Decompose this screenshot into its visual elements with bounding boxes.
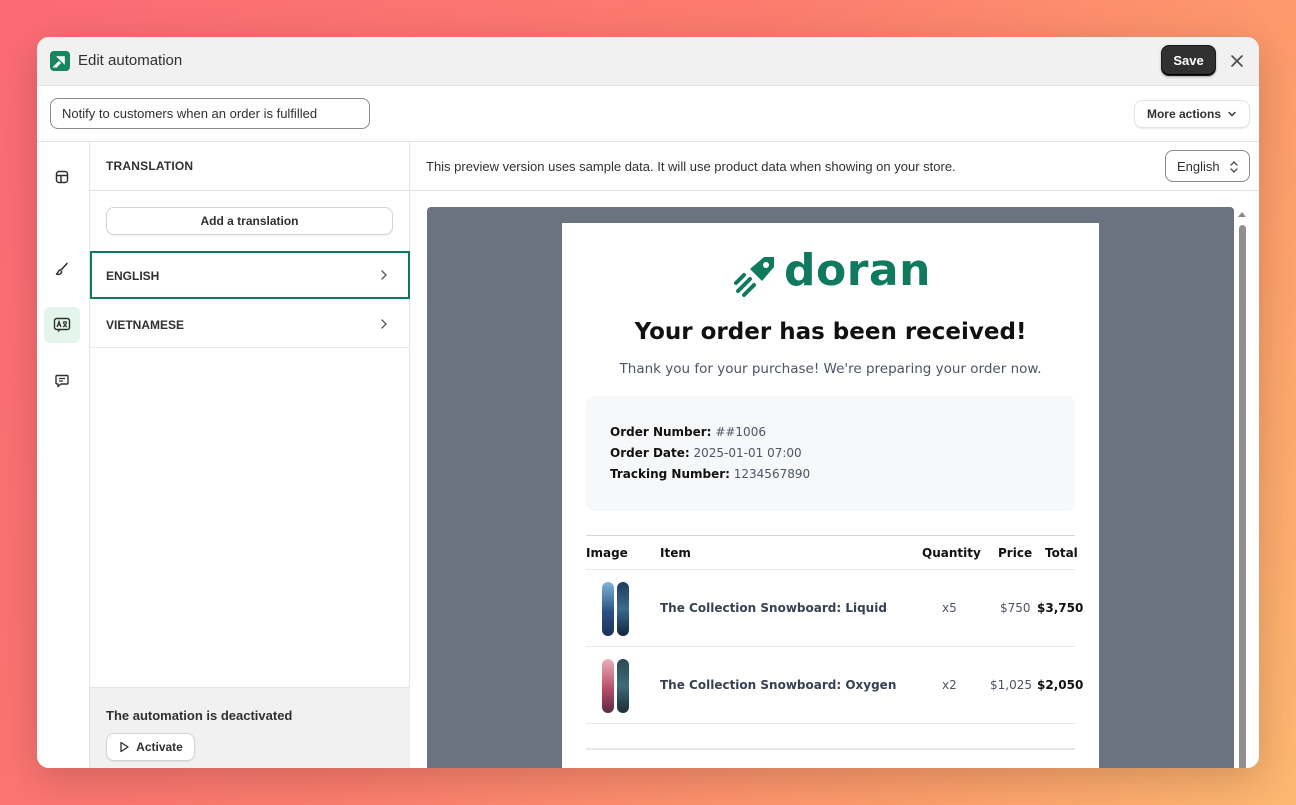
email-subtitle: Thank you for your purchase! We're prepa… xyxy=(619,361,1042,377)
order-summary-box: Order Number: ##1006 Order Date: 2025-01… xyxy=(586,396,1075,511)
language-label: VIETNAMESE xyxy=(106,318,185,332)
side-rail xyxy=(37,142,90,768)
column-header-total: Total xyxy=(1045,546,1078,560)
order-number-value: ##1006 xyxy=(715,425,766,439)
preview-scrollbar[interactable] xyxy=(1236,207,1248,768)
automation-name-input[interactable] xyxy=(50,98,370,129)
preview-header: This preview version uses sample data. I… xyxy=(410,142,1259,191)
item-total: $3,750 xyxy=(1037,601,1084,615)
page-title: Edit automation xyxy=(78,52,183,69)
email-divider xyxy=(586,748,1075,750)
play-icon xyxy=(120,741,129,753)
automation-name-bar: More actions xyxy=(37,86,1259,142)
language-label: ENGLISH xyxy=(106,269,160,283)
item-name: The Collection Snowboard: Oxygen xyxy=(660,678,897,692)
rail-item-comments[interactable] xyxy=(44,363,80,399)
email-title: Your order has been received! xyxy=(634,319,1027,345)
order-date-label: Order Date: xyxy=(610,446,690,460)
layout-icon xyxy=(55,170,69,184)
column-header-item: Item xyxy=(660,546,691,560)
chevron-down-icon xyxy=(1228,111,1236,117)
language-item-english[interactable]: ENGLISH xyxy=(90,251,410,299)
activate-label: Activate xyxy=(136,740,183,754)
app-logo-icon xyxy=(50,51,70,71)
product-image xyxy=(602,659,632,713)
chat-icon xyxy=(55,374,69,388)
automation-status-text: The automation is deactivated xyxy=(106,708,293,723)
item-quantity: x2 xyxy=(942,678,957,692)
translate-icon xyxy=(53,317,71,332)
add-translation-button[interactable]: Add a translation xyxy=(106,207,393,235)
email-preview-area: This preview version uses sample data. I… xyxy=(410,142,1259,768)
order-date-value: 2025-01-01 07:00 xyxy=(693,446,802,460)
title-bar: Edit automation Save xyxy=(37,37,1259,86)
rocket-logo-icon xyxy=(734,257,774,297)
scrollbar-thumb[interactable] xyxy=(1239,225,1246,768)
more-actions-button[interactable]: More actions xyxy=(1134,100,1250,128)
tracking-number-line: Tracking Number: 1234567890 xyxy=(610,467,810,481)
column-header-price: Price xyxy=(998,546,1033,560)
rail-item-translation[interactable] xyxy=(44,307,80,343)
item-name: The Collection Snowboard: Liquid xyxy=(660,601,887,615)
preview-language-value: English xyxy=(1177,158,1220,174)
order-number-line: Order Number: ##1006 xyxy=(610,425,766,439)
item-quantity: x5 xyxy=(942,601,957,615)
table-row: The Collection Snowboard: Oxygen x2 $1,0… xyxy=(586,647,1083,724)
save-button[interactable]: Save xyxy=(1161,45,1216,76)
scroll-up-icon[interactable] xyxy=(1238,211,1246,217)
chevron-right-icon xyxy=(381,319,387,329)
translation-heading: TRANSLATION xyxy=(106,159,194,173)
order-date-line: Order Date: 2025-01-01 07:00 xyxy=(610,446,802,460)
automation-status-footer: The automation is deactivated Activate xyxy=(90,687,410,768)
rail-item-style[interactable] xyxy=(44,251,80,287)
translation-panel: TRANSLATION Add a translation ENGLISH VI… xyxy=(90,142,410,768)
item-price: $750 xyxy=(1000,601,1031,615)
column-header-quantity: Quantity xyxy=(922,546,981,560)
rail-item-layout[interactable] xyxy=(44,159,80,195)
close-icon[interactable] xyxy=(1229,53,1245,69)
tracking-number-label: Tracking Number: xyxy=(610,467,730,481)
brand-logo: doran xyxy=(734,245,934,297)
preview-canvas[interactable]: doran Your order has been received! Than… xyxy=(427,207,1234,768)
tracking-number-value: 1234567890 xyxy=(733,467,811,481)
order-number-label: Order Number: xyxy=(610,425,712,439)
product-image xyxy=(602,582,632,636)
select-arrows-icon xyxy=(1230,161,1238,173)
table-row: The Collection Snowboard: Liquid x5 $750… xyxy=(586,570,1083,647)
table-header: Image Item Quantity Price Total xyxy=(586,535,1078,570)
chevron-right-icon xyxy=(381,270,387,280)
brand-name: doran xyxy=(784,245,931,296)
more-actions-label: More actions xyxy=(1146,107,1221,121)
preview-note: This preview version uses sample data. I… xyxy=(426,159,956,174)
item-price: $1,025 xyxy=(990,678,1032,692)
brush-icon xyxy=(55,262,68,276)
language-item-vietnamese[interactable]: VIETNAMESE xyxy=(90,300,410,348)
translation-panel-header: TRANSLATION xyxy=(90,142,410,191)
preview-language-select[interactable]: English xyxy=(1165,150,1250,182)
item-total: $2,050 xyxy=(1037,678,1084,692)
column-header-image: Image xyxy=(586,546,628,560)
edit-automation-window: Edit automation Save More actions TRANSL… xyxy=(37,37,1259,768)
email-template: doran Your order has been received! Than… xyxy=(562,223,1099,768)
activate-button[interactable]: Activate xyxy=(106,733,195,761)
